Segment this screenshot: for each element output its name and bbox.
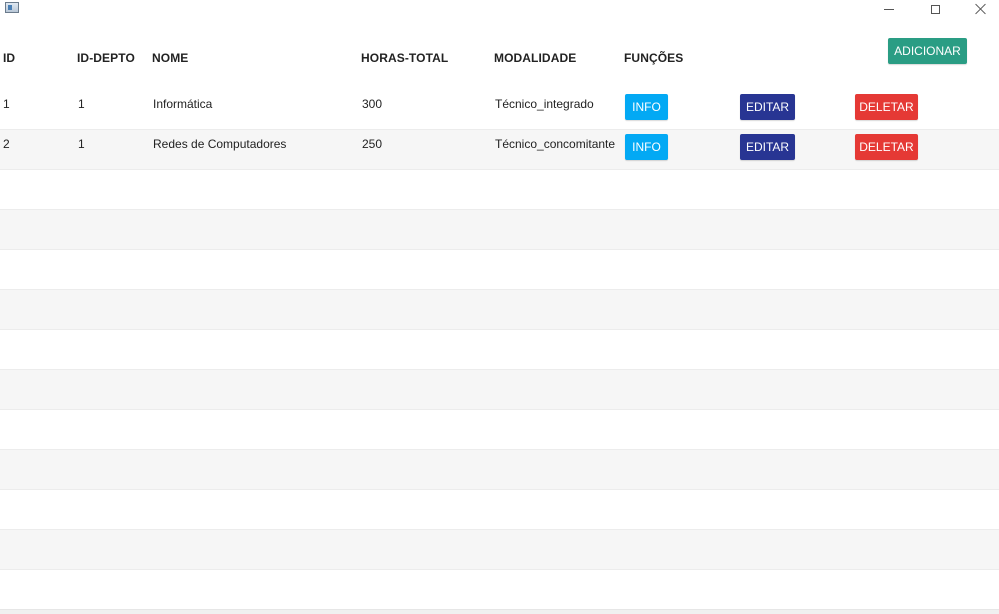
empty-table-row (0, 410, 999, 450)
info-button[interactable]: INFO (625, 94, 668, 120)
minimize-icon (884, 8, 894, 10)
edit-button[interactable]: EDITAR (740, 134, 795, 160)
cell-nome: Redes de Computadores (153, 137, 287, 151)
cell-horas-total: 250 (362, 137, 383, 151)
close-icon (975, 3, 987, 15)
empty-table-row (0, 170, 999, 210)
empty-table-row (0, 250, 999, 290)
cell-id: 2 (3, 137, 10, 151)
empty-table-row (0, 370, 999, 410)
delete-button[interactable]: DELETAR (855, 94, 918, 120)
info-button[interactable]: INFO (625, 134, 668, 160)
cell-id-depto: 1 (78, 97, 85, 111)
table-header: ID ID-DEPTO NOME HORAS-TOTAL MODALIDADE … (0, 38, 999, 80)
maximize-button[interactable] (912, 0, 958, 18)
close-button[interactable] (958, 0, 999, 18)
empty-table-row (0, 570, 999, 610)
column-header-nome[interactable]: NOME (152, 51, 188, 65)
minimize-button[interactable] (866, 0, 912, 18)
column-header-id-depto[interactable]: ID-DEPTO (77, 51, 135, 65)
edit-button[interactable]: EDITAR (740, 94, 795, 120)
empty-table-row (0, 330, 999, 370)
maximize-icon (930, 4, 940, 14)
application-window: ID ID-DEPTO NOME HORAS-TOTAL MODALIDADE … (0, 0, 999, 614)
empty-rows (0, 170, 999, 610)
cell-id: 1 (3, 97, 10, 111)
column-header-id[interactable]: ID (3, 51, 15, 65)
delete-button[interactable]: DELETAR (855, 134, 918, 160)
app-window-icon (5, 2, 19, 13)
empty-table-row (0, 450, 999, 490)
empty-table-row (0, 290, 999, 330)
empty-table-row (0, 490, 999, 530)
cell-modalidade: Técnico_integrado (495, 97, 594, 111)
table-row[interactable]: 2 1 Redes de Computadores 250 Técnico_co… (0, 130, 999, 170)
column-header-modalidade[interactable]: MODALIDADE (494, 51, 576, 65)
table-body: 1 1 Informática 300 Técnico_integrado IN… (0, 90, 999, 610)
cell-horas-total: 300 (362, 97, 383, 111)
column-header-funcoes: FUNÇÕES (624, 51, 684, 65)
column-header-horas-total[interactable]: HORAS-TOTAL (361, 51, 448, 65)
empty-table-row (0, 210, 999, 250)
cell-id-depto: 1 (78, 137, 85, 151)
cell-modalidade: Técnico_concomitante (495, 137, 616, 151)
cell-nome: Informática (153, 97, 213, 111)
table-row[interactable]: 1 1 Informática 300 Técnico_integrado IN… (0, 90, 999, 130)
empty-table-row (0, 530, 999, 570)
title-bar (0, 0, 999, 18)
bottom-edge (0, 609, 999, 614)
add-button[interactable]: ADICIONAR (888, 38, 967, 64)
